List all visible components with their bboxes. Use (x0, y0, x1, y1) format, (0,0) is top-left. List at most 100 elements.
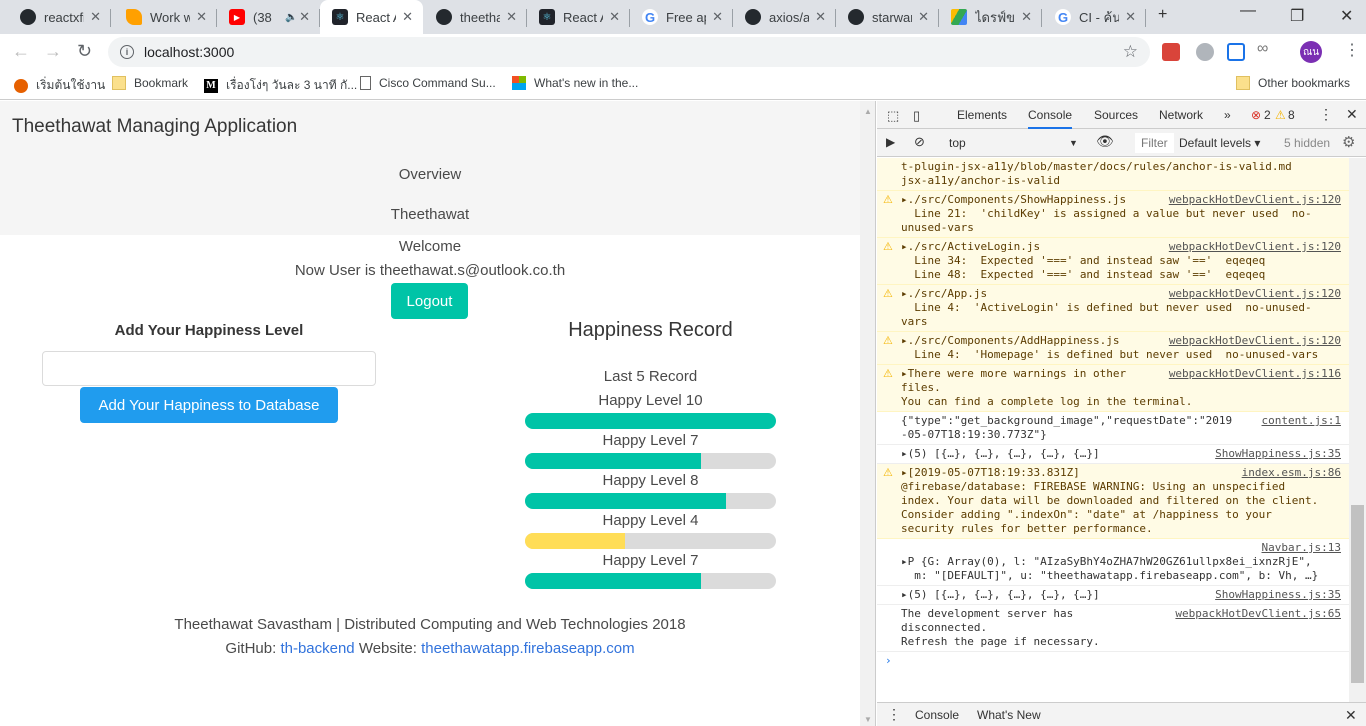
more-tabs-button[interactable]: » (1224, 108, 1231, 122)
tab-elements[interactable]: Elements (957, 108, 1007, 122)
website-link[interactable]: theethawatapp.firebaseapp.com (421, 640, 634, 657)
infinity-extension-icon[interactable]: ∞ (1257, 40, 1279, 58)
clear-console-icon[interactable]: ⊘ (914, 134, 925, 150)
console-prompt-input[interactable]: › (877, 652, 1349, 670)
close-window-button[interactable]: ✕ (1340, 6, 1353, 26)
drawer-tab-console[interactable]: Console (915, 708, 959, 722)
close-tab-icon[interactable]: ✕ (712, 9, 723, 25)
console-warning[interactable]: ⚠ ▸./src/Components/AddHappiness.js Line … (877, 332, 1349, 365)
tab-console[interactable]: Console (1028, 108, 1073, 129)
browser-tab[interactable]: G CI - ค้นห ✕ (1043, 0, 1146, 34)
close-devtools-icon[interactable]: ✕ (1346, 106, 1358, 123)
close-tab-icon[interactable]: ✕ (90, 9, 101, 25)
close-tab-icon[interactable]: ✕ (299, 9, 310, 25)
scroll-down-arrow[interactable]: ▼ (864, 715, 872, 724)
browser-tab[interactable]: reactxfi ✕ (8, 0, 111, 34)
close-tab-icon[interactable]: ✕ (918, 9, 929, 25)
console-source-link[interactable]: webpackHotDevClient.js:65 (1175, 607, 1341, 621)
inspect-element-icon[interactable]: ⬚ (887, 108, 899, 124)
profile-avatar[interactable]: ณน (1300, 41, 1322, 63)
console-scroll-thumb[interactable] (1351, 505, 1364, 683)
console-source-link[interactable]: index.esm.js:86 (1242, 466, 1341, 480)
close-tab-icon[interactable]: ✕ (506, 9, 517, 25)
console-settings-gear-icon[interactable]: ⚙ (1342, 133, 1355, 151)
browser-tab[interactable]: Work w ✕ (114, 0, 217, 34)
close-tab-icon[interactable]: ✕ (815, 9, 826, 25)
console-log[interactable]: ▸P {G: Array(0), l: "AIzaSyBhY4oZHA7hW20… (877, 539, 1349, 586)
console-scrollbar[interactable] (1349, 158, 1366, 702)
console-warning[interactable]: ⚠ ▸[2019-05-07T18:19:33.831Z] @firebase/d… (877, 464, 1349, 539)
restore-button[interactable]: ❐ (1290, 6, 1304, 26)
tab-sources[interactable]: Sources (1094, 108, 1138, 122)
bookmark-item[interactable]: เริ่มต้นใช้งาน (14, 76, 105, 95)
console-source-link[interactable]: ShowHappiness.js:35 (1215, 588, 1341, 602)
console-source-link[interactable]: webpackHotDevClient.js:120 (1169, 193, 1341, 207)
bookmark-item[interactable]: M เรื่องโง่ๆ วันละ 3 นาที กั... (204, 76, 357, 95)
warning-count[interactable]: 8 (1288, 108, 1295, 122)
device-toggle-icon[interactable]: ▯ (913, 108, 920, 124)
nav-theethawat[interactable]: Theethawat (0, 206, 860, 223)
bookmark-star-icon[interactable]: ☆ (1123, 42, 1138, 62)
warning-icon[interactable]: ⚠ (1275, 108, 1286, 122)
browser-tab[interactable]: ⚛ React A ✕ (527, 0, 630, 34)
console-source-link[interactable]: webpackHotDevClient.js:116 (1169, 367, 1341, 381)
console-filter-input[interactable]: Filter (1135, 133, 1174, 153)
nav-overview[interactable]: Overview (0, 166, 860, 183)
live-expression-eye-icon[interactable]: 👁 (1096, 133, 1114, 150)
context-dropdown-icon[interactable]: ▼ (1069, 138, 1078, 148)
browser-tab[interactable]: ⚛ React A ✕ (320, 0, 423, 34)
reader-extension-icon[interactable] (1227, 43, 1245, 61)
console-source-link[interactable]: webpackHotDevClient.js:120 (1169, 334, 1341, 348)
browser-tab[interactable]: ไดรฟ์ของ ✕ (939, 0, 1042, 34)
react-devtools-extension-icon[interactable] (1162, 43, 1180, 61)
console-source-link[interactable]: Navbar.js:13 (1262, 541, 1341, 555)
page-scrollbar[interactable]: ▲ ▼ (860, 101, 876, 726)
browser-tab[interactable]: axios/a ✕ (733, 0, 836, 34)
console-log[interactable]: ▸(5) [{…}, {…}, {…}, {…}, {…}] ShowHappin… (877, 445, 1349, 464)
bookmark-folder[interactable]: Bookmark (112, 76, 188, 90)
console-warning[interactable]: ⚠ ▸./src/ActiveLogin.js Line 34: Expected… (877, 238, 1349, 285)
add-happiness-button[interactable]: Add Your Happiness to Database (80, 387, 338, 423)
bookmark-item[interactable]: What's new in the... (512, 76, 638, 90)
close-tab-icon[interactable]: ✕ (1021, 9, 1032, 25)
happiness-level-input[interactable] (42, 351, 376, 386)
scroll-up-arrow[interactable]: ▲ (864, 107, 872, 116)
browser-menu-icon[interactable]: ⋮ (1344, 40, 1362, 59)
minimize-button[interactable]: — (1240, 2, 1256, 20)
sidebar-toggle-icon[interactable]: ▶ (886, 135, 895, 149)
console-log[interactable]: ▸(5) [{…}, {…}, {…}, {…}, {…}] ShowHappin… (877, 586, 1349, 605)
devtools-menu-icon[interactable]: ⋮ (1319, 106, 1333, 123)
forward-button[interactable]: → (44, 41, 62, 62)
drawer-menu-icon[interactable]: ⋮ (887, 706, 901, 723)
audio-playing-icon[interactable]: 🔈 (285, 12, 297, 23)
logout-button[interactable]: Logout (391, 283, 468, 319)
github-link[interactable]: th-backend (280, 640, 354, 657)
address-bar[interactable]: i localhost:3000 ☆ (108, 37, 1150, 67)
log-levels-dropdown[interactable]: Default levels ▾ (1179, 136, 1260, 150)
other-bookmarks-folder[interactable]: Other bookmarks (1236, 76, 1350, 90)
error-count[interactable]: 2 (1264, 108, 1271, 122)
console-source-link[interactable]: webpackHotDevClient.js:120 (1169, 240, 1341, 254)
browser-tab[interactable]: ▶ (38 🔈 ✕ (217, 0, 320, 34)
console-log[interactable]: The development server has disconnected.… (877, 605, 1349, 652)
context-selector[interactable]: top (949, 136, 966, 150)
browser-tab[interactable]: starwar ✕ (836, 0, 939, 34)
app-brand[interactable]: Theethawat Managing Application (12, 116, 297, 138)
close-tab-icon[interactable]: ✕ (1125, 9, 1136, 25)
bookmark-item[interactable]: Cisco Command Su... (360, 76, 496, 90)
reload-button[interactable]: ↻ (77, 41, 92, 62)
close-drawer-icon[interactable]: ✕ (1345, 707, 1357, 724)
tab-network[interactable]: Network (1159, 108, 1203, 122)
console-source-link[interactable]: ShowHappiness.js:35 (1215, 447, 1341, 461)
back-button[interactable]: ← (12, 41, 30, 62)
avast-extension-icon[interactable] (1196, 43, 1214, 61)
console-warning[interactable]: ⚠ ▸There were more warnings in other file… (877, 365, 1349, 412)
new-tab-button[interactable]: + (1158, 6, 1167, 24)
console-warning[interactable]: ⚠ ▸./src/App.js Line 4: 'ActiveLogin' is … (877, 285, 1349, 332)
console-source-link[interactable]: webpackHotDevClient.js:120 (1169, 287, 1341, 301)
close-tab-icon[interactable]: ✕ (609, 9, 620, 25)
console-log[interactable]: {"type":"get_background_image","requestD… (877, 412, 1349, 445)
site-info-icon[interactable]: i (120, 45, 134, 59)
close-tab-icon[interactable]: ✕ (196, 9, 207, 25)
console-source-link[interactable]: content.js:1 (1262, 414, 1341, 428)
